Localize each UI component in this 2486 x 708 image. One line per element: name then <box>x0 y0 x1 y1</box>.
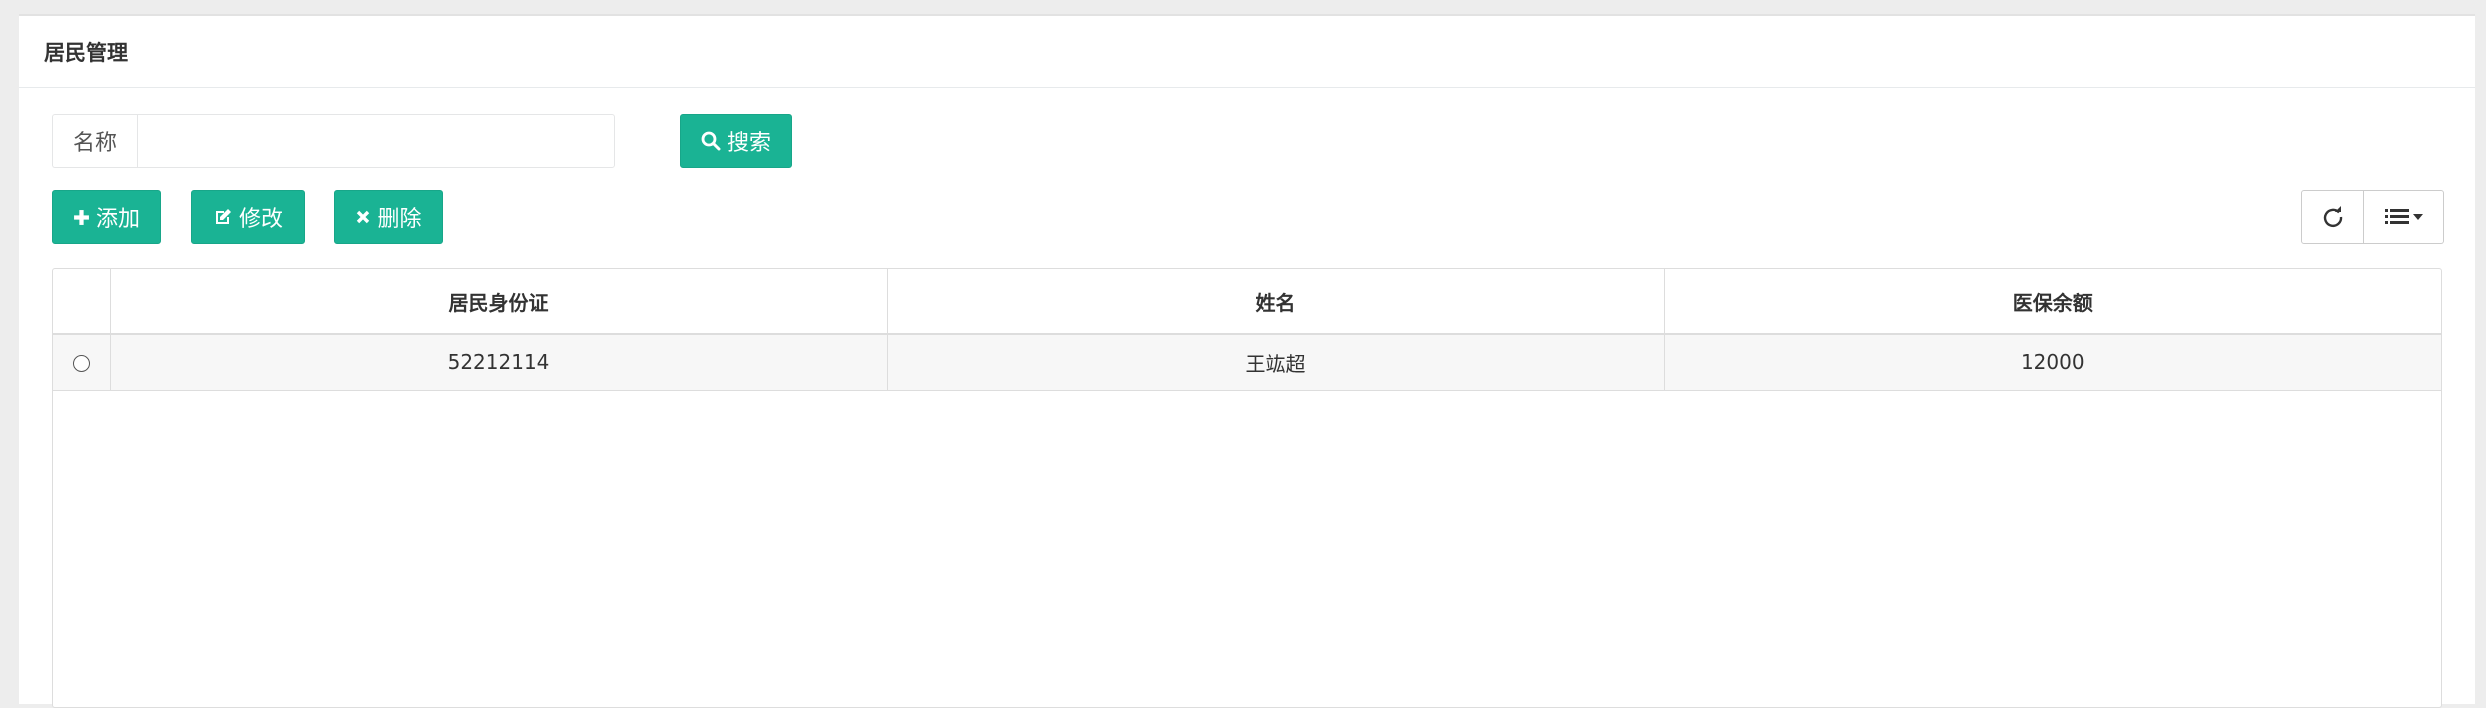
row-radio[interactable] <box>72 355 90 373</box>
name-search-input[interactable] <box>137 114 615 168</box>
resident-table: 居民身份证 姓名 医保余额 52212114 王竑超 12000 <box>52 268 2442 708</box>
search-icon <box>701 131 721 151</box>
name-field-label: 名称 <box>52 114 137 168</box>
close-icon <box>357 210 370 224</box>
column-header-id-card[interactable]: 居民身份证 <box>109 269 887 335</box>
select-column-header <box>53 269 110 335</box>
refresh-icon <box>2323 206 2342 228</box>
add-button[interactable]: 添加 <box>52 190 161 244</box>
search-form: 名称 搜索 <box>52 114 792 168</box>
table-row[interactable]: 52212114 王竑超 12000 <box>53 334 2441 391</box>
id-card-cell: 52212114 <box>109 334 887 391</box>
table-tools <box>2301 190 2444 244</box>
search-button-label: 搜索 <box>726 131 771 156</box>
edit-icon <box>215 209 231 224</box>
resident-panel: 居民管理 名称 搜索 添加 修改 删除 居民身份证 姓名 医保余额 522121… <box>19 14 2475 708</box>
panel-header: 居民管理 <box>19 16 2475 88</box>
plus-icon <box>74 209 89 225</box>
page-title: 居民管理 <box>44 40 128 65</box>
add-button-label: 添加 <box>95 207 140 232</box>
column-header-balance[interactable]: 医保余额 <box>1663 269 2441 335</box>
delete-button-label: 删除 <box>377 207 422 232</box>
delete-button[interactable]: 删除 <box>334 190 443 244</box>
caret-down-icon <box>2412 214 2423 220</box>
table-header-row: 居民身份证 姓名 医保余额 <box>53 269 2441 335</box>
row-select-cell[interactable] <box>53 334 110 391</box>
name-input-group: 名称 <box>52 114 615 168</box>
name-cell: 王竑超 <box>886 334 1664 391</box>
list-icon <box>2384 209 2409 224</box>
edit-button-label: 修改 <box>238 207 283 232</box>
column-header-name[interactable]: 姓名 <box>886 269 1664 335</box>
action-toolbar: 添加 修改 删除 <box>52 190 443 244</box>
edit-button[interactable]: 修改 <box>191 190 305 244</box>
balance-cell: 12000 <box>1663 334 2441 391</box>
refresh-button[interactable] <box>2301 190 2364 244</box>
search-button[interactable]: 搜索 <box>680 114 792 168</box>
columns-toggle-button[interactable] <box>2364 190 2444 244</box>
